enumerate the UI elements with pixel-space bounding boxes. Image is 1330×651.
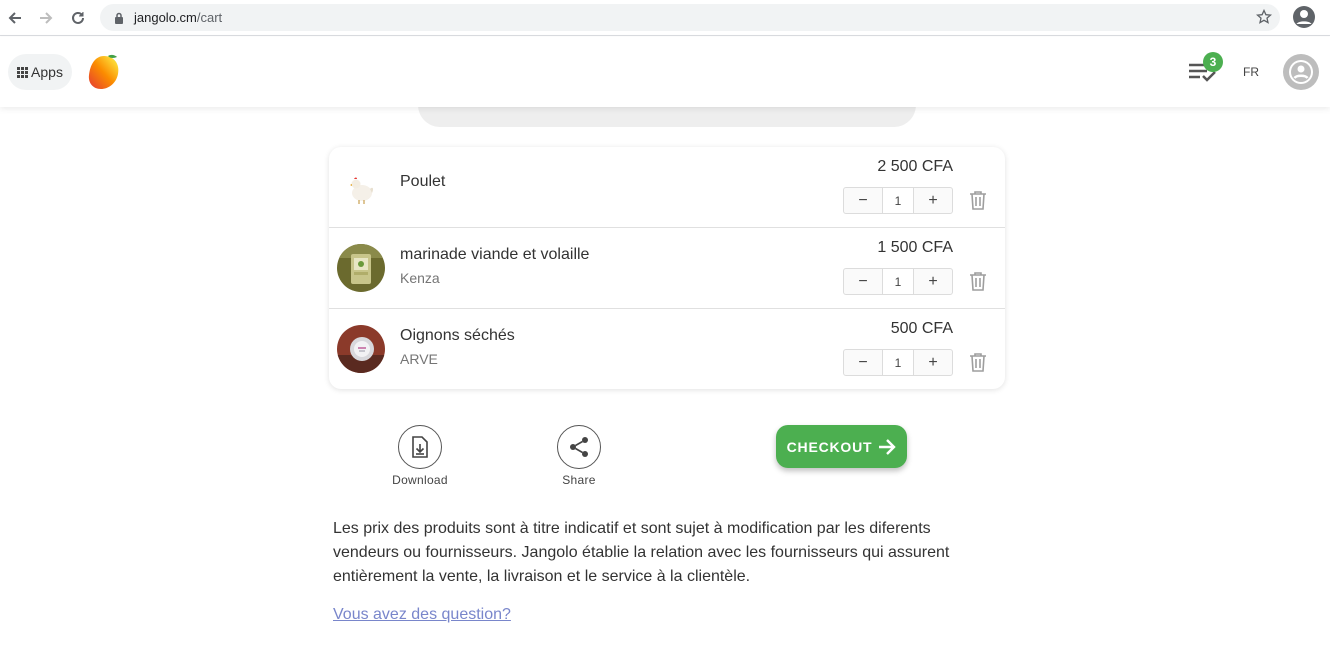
checkout-label: CHECKOUT xyxy=(786,438,873,455)
quantity-stepper: − 1 + xyxy=(843,268,953,295)
product-name[interactable]: Oignons séchés xyxy=(400,327,515,345)
product-price: 2 500 CFA xyxy=(877,158,953,175)
product-image-marinade xyxy=(337,244,385,292)
quantity-value[interactable]: 1 xyxy=(882,350,914,375)
product-image-chicken xyxy=(337,163,385,211)
product-name[interactable]: marinade viande et volaille xyxy=(400,246,589,264)
delete-icon[interactable] xyxy=(969,190,987,215)
address-bar[interactable]: jangolo.cm/cart xyxy=(100,4,1280,31)
url-host: jangolo.cm xyxy=(134,10,197,25)
cart-item: marinade viande et volaille Kenza 1 500 … xyxy=(329,228,1005,309)
cart-item: Poulet 2 500 CFA − 1 + xyxy=(329,147,1005,228)
apps-label: Apps xyxy=(31,64,63,80)
language-switch[interactable]: FR xyxy=(1243,65,1259,79)
download-label: Download xyxy=(392,473,448,487)
decrement-button[interactable]: − xyxy=(844,350,882,375)
reload-icon[interactable] xyxy=(66,6,90,30)
share-label: Share xyxy=(562,473,596,487)
app-header: Apps 3 FR xyxy=(0,37,1330,107)
decrement-button[interactable]: − xyxy=(844,269,882,294)
apps-grid-icon xyxy=(17,66,29,78)
questions-link[interactable]: Vous avez des question? xyxy=(333,606,511,624)
quantity-stepper: − 1 + xyxy=(843,187,953,214)
browser-profile-icon[interactable] xyxy=(1292,5,1316,34)
checkout-button[interactable]: CHECKOUT xyxy=(776,425,907,468)
share-icon xyxy=(557,425,601,469)
product-vendor: Kenza xyxy=(400,270,440,286)
increment-button[interactable]: + xyxy=(914,350,952,375)
product-price: 500 CFA xyxy=(890,320,953,337)
apps-button[interactable]: Apps xyxy=(8,54,72,90)
product-vendor: ARVE xyxy=(400,351,438,367)
quantity-stepper: − 1 + xyxy=(843,349,953,376)
bookmark-star-icon[interactable] xyxy=(1255,8,1273,30)
cart-item: Oignons séchés ARVE 500 CFA − 1 + xyxy=(329,309,1005,390)
product-price: 1 500 CFA xyxy=(877,239,953,256)
back-arrow-icon[interactable] xyxy=(3,6,27,30)
decrement-button[interactable]: − xyxy=(844,188,882,213)
jangolo-logo[interactable] xyxy=(86,53,122,96)
price-disclaimer: Les prix des produits sont à titre indic… xyxy=(333,520,950,585)
product-name[interactable]: Poulet xyxy=(400,173,445,191)
lock-icon xyxy=(114,11,124,29)
url-text: jangolo.cm/cart xyxy=(134,10,222,25)
arrow-right-icon xyxy=(879,438,897,455)
quantity-value[interactable]: 1 xyxy=(882,188,914,213)
download-button[interactable]: Download xyxy=(380,425,460,487)
forward-arrow-icon[interactable] xyxy=(34,6,58,30)
orders-count-badge: 3 xyxy=(1203,52,1223,72)
product-image-onions xyxy=(337,325,385,373)
download-icon xyxy=(398,425,442,469)
user-avatar[interactable] xyxy=(1283,54,1319,90)
delete-icon[interactable] xyxy=(969,271,987,296)
delete-icon[interactable] xyxy=(969,352,987,377)
cart-list: Poulet 2 500 CFA − 1 + marinade viande e… xyxy=(329,147,1005,389)
share-button[interactable]: Share xyxy=(539,425,619,487)
quantity-value[interactable]: 1 xyxy=(882,269,914,294)
url-path: /cart xyxy=(196,10,223,25)
increment-button[interactable]: + xyxy=(914,269,952,294)
account-circle-icon xyxy=(1289,60,1313,84)
increment-button[interactable]: + xyxy=(914,188,952,213)
browser-toolbar: jangolo.cm/cart xyxy=(0,0,1330,36)
